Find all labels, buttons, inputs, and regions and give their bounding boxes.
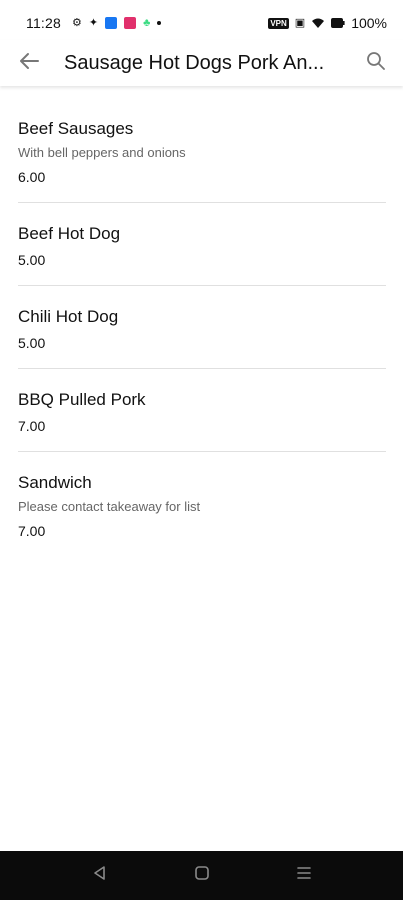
menu-item-description: Please contact takeaway for list xyxy=(18,499,201,514)
menu-item-name: Chili Hot Dog xyxy=(18,307,119,326)
menu-item-name: BBQ Pulled Pork xyxy=(18,390,146,409)
back-button[interactable] xyxy=(0,40,58,86)
menu-item-price: 6.00 xyxy=(18,169,46,185)
wifi-icon xyxy=(311,17,325,29)
nav-back-button[interactable] xyxy=(88,864,112,888)
menu-item-price: 7.00 xyxy=(18,523,46,539)
menu-item-price: 7.00 xyxy=(18,418,46,434)
status-left: 11:28 ⚙ ✦ ♣ xyxy=(26,15,162,31)
menu-item[interactable]: BBQ Pulled Pork 7.00 xyxy=(18,369,386,452)
menu-item-price: 5.00 xyxy=(18,335,46,351)
gear-icon: ⚙ xyxy=(72,16,82,29)
android-icon: ♣ xyxy=(143,16,151,29)
menu-item-price: 5.00 xyxy=(18,252,46,268)
system-nav-bar xyxy=(0,851,403,900)
menu-item[interactable]: Sandwich Please contact takeaway for lis… xyxy=(18,452,386,556)
nav-home-button[interactable] xyxy=(190,864,214,888)
status-time: 11:28 xyxy=(26,15,61,31)
menu-item[interactable]: Beef Sausages With bell peppers and onio… xyxy=(18,98,386,203)
dot-icon xyxy=(157,21,162,25)
home-square-icon xyxy=(194,865,210,886)
app-bar: Sausage Hot Dogs Pork An... xyxy=(0,40,403,86)
arrow-left-icon xyxy=(18,52,40,75)
search-button[interactable] xyxy=(349,40,403,86)
search-icon xyxy=(366,51,386,76)
battery-percent: 100% xyxy=(351,15,387,31)
back-triangle-icon xyxy=(92,865,108,886)
menu-list: Beef Sausages With bell peppers and onio… xyxy=(18,98,386,556)
menu-item[interactable]: Beef Hot Dog 5.00 xyxy=(18,203,386,286)
menu-item-name: Sandwich xyxy=(18,473,92,492)
vibrate-icon: ▣ xyxy=(294,16,306,29)
vpn-icon: VPN xyxy=(268,17,289,29)
menu-item-name: Beef Sausages xyxy=(18,119,134,138)
recents-menu-icon xyxy=(296,865,312,886)
page-title: Sausage Hot Dogs Pork An... xyxy=(64,51,325,74)
menu-item-description: With bell peppers and onions xyxy=(18,145,186,160)
menu-item-name: Beef Hot Dog xyxy=(18,224,121,243)
battery-icon xyxy=(331,18,345,28)
nav-recents-button[interactable] xyxy=(292,864,316,888)
menu-item[interactable]: Chili Hot Dog 5.00 xyxy=(18,286,386,369)
messenger-icon xyxy=(105,17,118,29)
fan-icon: ✦ xyxy=(88,16,99,29)
status-right: VPN ▣ 100% xyxy=(268,15,387,31)
instagram-icon xyxy=(124,17,137,29)
